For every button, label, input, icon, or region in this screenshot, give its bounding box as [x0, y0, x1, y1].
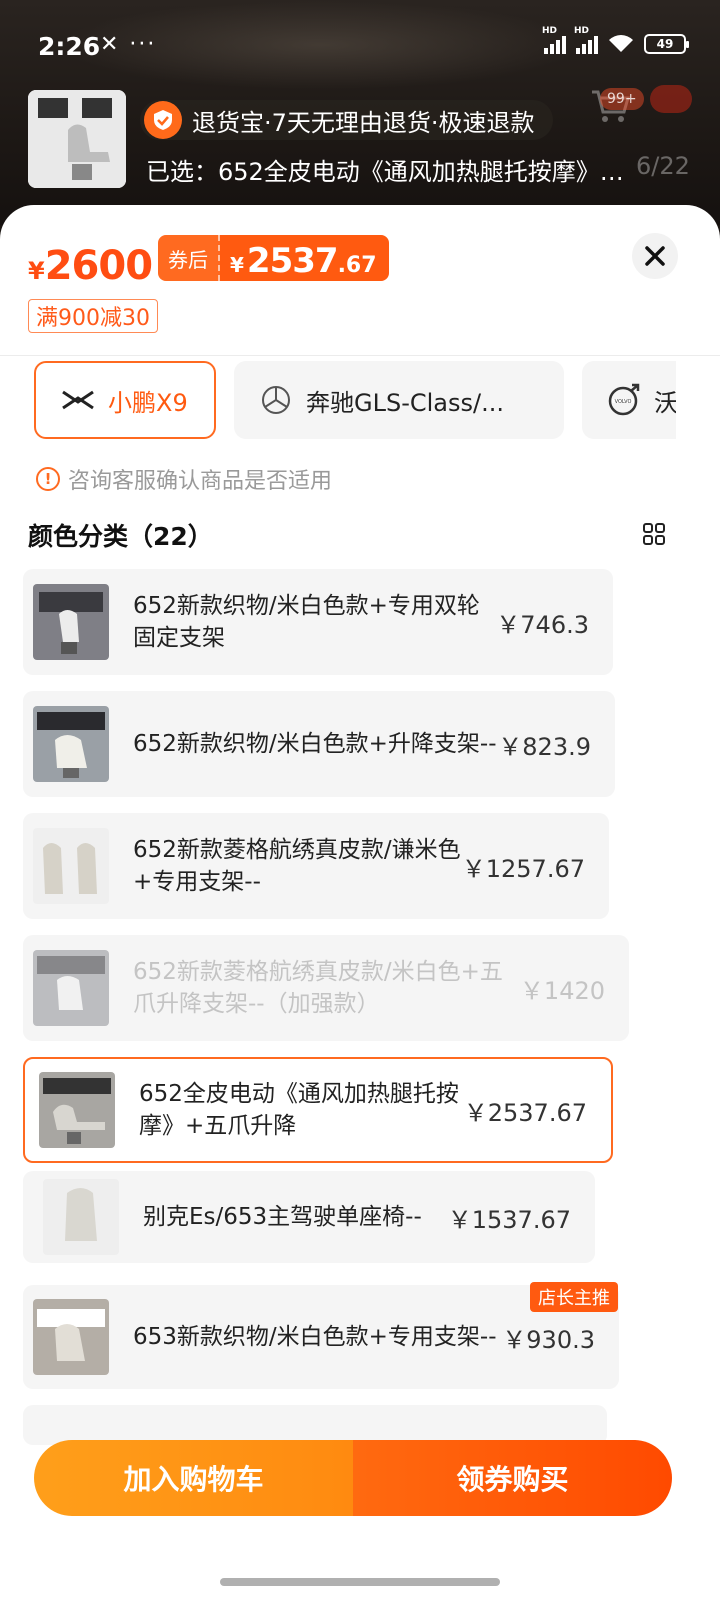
battery-icon: 49: [644, 34, 689, 54]
variant-option[interactable]: 652新款织物/米白色款+升降支架-- ￥823.9: [23, 691, 615, 797]
coupon-price-integer: 2537: [246, 241, 339, 281]
variant-option[interactable]: 652新款织物/米白色款+专用双轮固定支架 ￥746.3: [23, 569, 613, 675]
variant-image: [33, 828, 109, 904]
variant-name: 别克Es/653主驾驶单座椅--: [143, 1204, 422, 1230]
signal-icon: HD: [542, 26, 566, 54]
variant-image: [33, 706, 109, 782]
price-currency: ¥: [28, 257, 45, 285]
variant-price: ￥2537.67: [463, 1098, 587, 1127]
seat-image-icon: [28, 90, 126, 188]
model-option-volvo[interactable]: VOLVO 沃: [582, 361, 676, 439]
variant-image: [33, 1299, 109, 1375]
product-thumbnail[interactable]: [28, 90, 126, 188]
model-option-benz[interactable]: 奔驰GLS-Class/...: [234, 361, 564, 439]
variant-price: ￥823.9: [498, 732, 591, 761]
return-guarantee-banner: 退货宝·7天无理由退货·极速退款: [140, 100, 553, 140]
signal-icon-2: HD: [574, 26, 598, 54]
variant-name: 652全皮电动《通风加热腿托按摩》+五爪升降: [139, 1081, 459, 1139]
store-recommend-badge: 店长主推: [530, 1282, 618, 1312]
variant-price: ￥746.3: [496, 610, 589, 639]
variant-price: ￥1257.67: [461, 854, 585, 883]
coupon-price-currency: ¥: [230, 253, 244, 277]
status-time: 2:26: [38, 32, 101, 61]
variant-option[interactable]: 别克Es/653主驾驶单座椅-- ￥1537.67: [23, 1171, 595, 1263]
model-label: 沃: [654, 388, 676, 417]
buy-with-coupon-button[interactable]: 领券购买: [353, 1440, 672, 1516]
variant-name: 652新款织物/米白色款+专用双轮固定支架: [133, 593, 480, 651]
price-value: 2600: [44, 243, 153, 289]
section-title: 颜色分类（22）: [28, 522, 213, 551]
variant-image: [43, 1179, 119, 1255]
variant-price: ￥1537.67: [447, 1205, 571, 1234]
grid-view-icon[interactable]: [643, 523, 665, 545]
variant-image: [33, 584, 109, 660]
divider: [0, 355, 720, 356]
close-icon: [645, 246, 665, 266]
status-notification-icons: ✕ ···: [100, 32, 157, 57]
volvo-logo-icon: VOLVO: [606, 382, 642, 418]
info-icon: !: [36, 467, 60, 491]
sku-selection-sheet: ¥2600 券后 ¥2537.67 满900减30 小鹏X9 奔驰GLS-Cla…: [0, 205, 720, 1600]
svg-text:VOLVO: VOLVO: [615, 399, 632, 405]
variant-option-selected[interactable]: 652全皮电动《通风加热腿托按摩》+五爪升降 ￥2537.67: [23, 1057, 613, 1163]
hint-text: 咨询客服确认商品是否适用: [68, 469, 333, 494]
home-indicator[interactable]: [220, 1578, 500, 1586]
more-icon: [650, 85, 692, 113]
variant-image: [39, 1072, 115, 1148]
promo-badge: 满900减30: [28, 299, 158, 333]
coupon-price: ¥2537.67: [220, 235, 389, 281]
action-bar: 加入购物车 领券购买: [34, 1440, 672, 1516]
add-to-cart-button[interactable]: 加入购物车: [34, 1440, 353, 1516]
dimmed-header: 2:26 ✕ ··· HD HD 49 退货宝·7天无理由退货·极速退款 已选：…: [0, 0, 720, 225]
consult-hint: ! 咨询客服确认商品是否适用: [36, 463, 332, 495]
variant-option-partial: [23, 1405, 607, 1445]
variant-option[interactable]: 652新款菱格航绣真皮款/谦米色+专用支架-- ￥1257.67: [23, 813, 609, 919]
image-counter: 6/22: [636, 152, 690, 180]
original-price: ¥2600: [28, 243, 153, 289]
variant-name: 652新款织物/米白色款+升降支架--: [133, 731, 497, 757]
variant-price: ￥1420: [519, 976, 605, 1005]
model-option-xpeng[interactable]: 小鹏X9: [34, 361, 216, 439]
mercedes-logo-icon: [258, 382, 294, 418]
close-button[interactable]: [632, 233, 678, 279]
xpeng-logo-icon: [60, 382, 96, 418]
variant-name: 653新款织物/米白色款+专用支架--: [133, 1324, 497, 1350]
guarantee-text: 退货宝·7天无理由退货·极速退款: [192, 108, 535, 137]
status-bar: 2:26 ✕ ··· HD HD 49: [0, 26, 720, 68]
variant-price: ￥930.3: [502, 1325, 595, 1354]
variant-image: [33, 950, 109, 1026]
car-model-selector: 小鹏X9 奔驰GLS-Class/... VOLVO 沃: [34, 361, 676, 441]
variant-name: 652新款菱格航绣真皮款/米白色+五爪升降支架--（加强款）: [133, 959, 503, 1017]
shield-check-icon: [144, 101, 182, 139]
variant-name: 652新款菱格航绣真皮款/谦米色+专用支架--: [133, 837, 461, 895]
coupon-label: 券后: [158, 235, 220, 281]
status-right-icons: HD HD 49: [542, 26, 689, 54]
coupon-price-decimal: .67: [337, 253, 377, 278]
coupon-price-tag: 券后 ¥2537.67: [158, 235, 389, 281]
selected-variant-text: 已选：652全皮电动《通风加热腿托按摩》…: [146, 158, 624, 186]
model-label: 小鹏X9: [108, 388, 188, 417]
cart-count-badge: 99+: [600, 88, 644, 110]
model-label: 奔驰GLS-Class/...: [306, 388, 504, 417]
wifi-icon: [609, 35, 633, 52]
variant-option-disabled: 652新款菱格航绣真皮款/米白色+五爪升降支架--（加强款） ￥1420: [23, 935, 629, 1041]
